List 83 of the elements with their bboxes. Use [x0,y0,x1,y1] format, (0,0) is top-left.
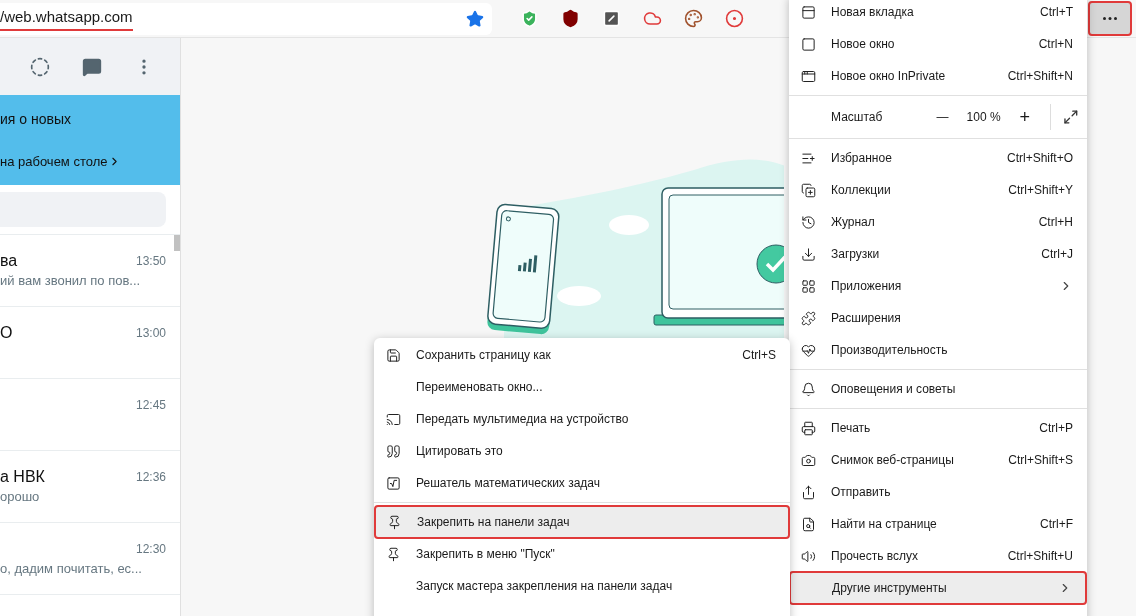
menu-item[interactable]: Прочесть вслух Ctrl+Shift+U [789,540,1087,572]
status-icon[interactable] [30,56,50,77]
fullscreen-icon[interactable] [1063,109,1079,125]
menu-item[interactable]: Новая вкладка Ctrl+T [789,0,1087,28]
chat-name: а НВК [0,466,45,487]
chat-time: 13:00 [135,324,166,342]
share-icon [801,484,816,500]
square-root-icon [386,475,401,491]
target-icon[interactable] [725,9,744,28]
menu-item[interactable]: Печать Ctrl+P [789,412,1087,444]
puzzle-icon [801,310,816,326]
address-field[interactable]: /web.whatsapp.com [0,2,492,35]
chat-time: 12:45 [135,396,166,414]
menu-item[interactable]: Новое окно Ctrl+N [789,28,1087,60]
camera-icon [801,452,816,468]
quote-icon [386,443,401,459]
chat-name: О [0,322,13,343]
chat-preview: о, дадим почитать, ес... [0,559,142,578]
chat-time: 12:30 [135,540,166,558]
menu-item[interactable]: Избранное Ctrl+Shift+O [789,142,1087,174]
cast-icon [386,411,401,427]
menu-item[interactable]: Журнал Ctrl+H [789,206,1087,238]
tab-icon [801,4,816,20]
bell-icon [801,381,816,397]
menu-item[interactable]: Новое окно InPrivate Ctrl+Shift+N [789,60,1087,92]
url-text: /web.whatsapp.com [0,5,133,32]
menu-item[interactable]: Сохранить страницу как Ctrl+S [374,339,790,371]
menu-item[interactable]: Приложения [789,270,1087,302]
menu-item[interactable]: Оповещения и советы [789,373,1087,405]
printer-icon [801,420,816,436]
zoom-label: Масштаб [831,109,884,126]
menu-item[interactable]: Снимок веб-страницы Ctrl+Shift+S [789,444,1087,476]
menu-item[interactable]: Загрузки Ctrl+J [789,238,1087,270]
find-icon [801,516,816,532]
chat-preview: орошо [0,487,40,506]
chat-time: 12:36 [135,468,166,486]
chat-row[interactable]: О 13:00 [0,307,180,379]
banner-text: ия о новых [0,109,72,129]
zoom-in-button[interactable]: + [1011,103,1039,131]
chat-time: 13:50 [135,252,166,270]
scrollbar-thumb[interactable] [174,235,180,251]
new-chat-icon[interactable] [82,56,102,77]
zoom-value: 100 % [965,109,1002,126]
banner-link[interactable]: на рабочем столе [0,151,180,172]
menu-item[interactable]: Производительность [789,334,1087,366]
save-icon [386,347,401,363]
menu-item[interactable]: Расширения [789,302,1087,334]
window-icon [801,36,816,52]
square-extension-icon[interactable] [602,9,621,28]
menu-item[interactable]: Переименовать окно... [374,371,790,403]
chat-name: ва [0,250,18,271]
menu-item[interactable]: Другие инструменты [790,572,1086,604]
chat-row[interactable]: а НВК 12:36 орошо [0,451,180,523]
chat-row[interactable]: 12:30 о, дадим почитать, ес... [0,523,180,595]
menu-item[interactable]: Цитировать это [374,435,790,467]
collections-icon [801,182,816,198]
chat-row[interactable]: 12:45 [0,379,180,451]
window-icon [801,68,816,84]
apps-grid-icon [801,278,816,294]
history-icon [801,214,816,230]
menu-item[interactable]: Закрепить на панели задач [375,506,789,538]
shield-icon[interactable] [561,9,580,28]
menu-item[interactable]: Передать мультимедиа на устройство [374,403,790,435]
menu-item[interactable]: Решатель математических задач [374,467,790,499]
chat-preview: ий вам звонил по пов... [0,271,141,290]
menu-item[interactable]: Запуск мастера закрепления на панели задач [374,570,790,602]
menu-item[interactable]: Найти на странице Ctrl+F [789,508,1087,540]
more-icon [1103,17,1117,20]
pin-icon [387,514,402,530]
heart-pulse-icon [801,342,816,358]
shield-check-icon[interactable] [520,9,539,28]
menu-item[interactable]: Коллекции Ctrl+Shift+Y [789,174,1087,206]
menu-item[interactable]: Отправить [789,476,1087,508]
pin-icon [386,546,401,562]
zoom-out-button[interactable]: — [928,108,957,126]
menu-item[interactable]: Закрепить в меню "Пуск" [374,538,790,570]
speaker-icon [801,548,816,564]
cloud-icon[interactable] [643,9,662,28]
palette-icon[interactable] [684,9,703,28]
more-button[interactable] [1088,1,1132,36]
favorite-star-icon[interactable] [466,9,484,28]
download-icon [801,246,816,262]
star-list-icon [801,150,816,166]
